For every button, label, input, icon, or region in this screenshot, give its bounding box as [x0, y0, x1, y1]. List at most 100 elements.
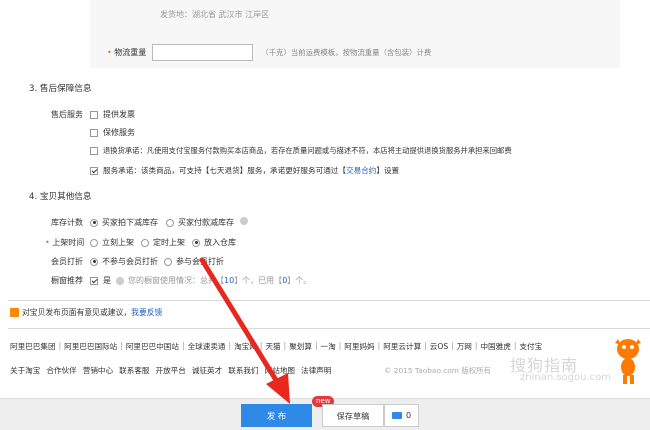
window-usage-suffix: 】个。 — [287, 276, 312, 285]
link-separator: | — [283, 341, 287, 350]
link-separator: | — [182, 341, 185, 350]
footer-link[interactable]: 阿里巴巴国际站 — [64, 341, 117, 352]
listing-option-scheduled[interactable]: 定时上架 — [141, 237, 185, 248]
inventory-option-label: 买家拍下减库存 — [102, 218, 158, 227]
footer-link[interactable]: 云OS — [430, 341, 448, 352]
mascot-icon — [615, 339, 641, 384]
footer-link[interactable]: 全球速卖通 — [188, 341, 226, 352]
footer-link[interactable]: 合作伙伴 — [46, 365, 76, 376]
inventory-option-2[interactable]: 买家付款减库存 — [166, 217, 234, 228]
footer-link[interactable]: 一淘 — [321, 341, 336, 352]
feedback-row: 对宝贝发布页面有意见或建议， 我要反馈 — [10, 307, 162, 318]
warranty-label: 保修服务 — [103, 128, 135, 137]
radio-icon[interactable] — [166, 218, 174, 227]
inventory-option-1[interactable]: 买家拍下减库存 — [90, 217, 158, 228]
listing-option-label: 放入仓库 — [204, 238, 236, 247]
info-icon — [116, 276, 124, 285]
window-checkbox[interactable] — [90, 276, 98, 285]
help-icon[interactable] — [240, 217, 248, 225]
window-usage: 您的橱窗使用情况：总共【 10 】个，已用【 0 】个。 — [116, 275, 311, 286]
footer-link[interactable]: 营销中心 — [83, 365, 113, 376]
save-draft-button[interactable]: 保存草稿 — [322, 404, 384, 427]
window-usage-mid: 】个，已用【 — [234, 276, 283, 285]
link-separator: | — [228, 341, 232, 350]
link-separator: | — [338, 341, 342, 350]
origin-text: 发货地：湖北省 武汉市 江岸区 — [160, 10, 270, 19]
footer-links-about: 关于淘宝 合作伙伴 营销中心 联系客服 开放平台 诚征英才 联系我们 网站地图 法律声明 — [10, 365, 337, 376]
return-option[interactable]: 退换货承诺：凡使用支付宝服务付款购买本店商品，若存在质量问题或与描述不符，本店将… — [90, 146, 512, 156]
warranty-checkbox[interactable] — [90, 128, 98, 137]
radio-icon[interactable] — [90, 257, 98, 266]
link-separator: | — [513, 341, 517, 350]
divider — [8, 328, 650, 329]
weight-hint: （千克）当前运费模板，按物流重量（含包装）计费 — [261, 47, 432, 57]
footer-link[interactable]: 阿里云计算 — [383, 341, 421, 352]
footer-link[interactable]: 诚征英才 — [192, 365, 222, 376]
listing-option-label: 定时上架 — [153, 238, 185, 247]
footer-link[interactable]: 联系我们 — [228, 365, 258, 376]
listing-option-now[interactable]: 立刻上架 — [90, 237, 134, 248]
window-yes-label: 是 — [103, 276, 111, 285]
warranty-option[interactable]: 保修服务 — [90, 127, 135, 138]
footer-link[interactable]: 中国雅虎 — [480, 341, 510, 352]
watermark-url: zhinan.sogou.com — [520, 372, 612, 383]
invoice-label: 提供发票 — [103, 110, 135, 119]
member-label: 会员打折 — [51, 257, 83, 266]
listing-option-label: 立刻上架 — [102, 238, 134, 247]
radio-icon[interactable] — [90, 238, 98, 247]
radio-icon[interactable] — [141, 238, 149, 247]
commitment-checkbox[interactable] — [90, 166, 98, 175]
invoice-option[interactable]: 提供发票 — [90, 109, 135, 120]
inventory-option-label: 买家付款减库存 — [178, 218, 234, 227]
radio-icon[interactable] — [164, 257, 172, 266]
member-option-label: 参与会员打折 — [176, 257, 224, 266]
window-label: 橱窗推荐 — [51, 276, 83, 285]
service-label: 售后服务 — [51, 110, 83, 119]
member-option-yes[interactable]: 参与会员打折 — [164, 256, 224, 267]
radio-icon[interactable] — [192, 238, 200, 247]
footer-link[interactable]: 万网 — [457, 341, 472, 352]
invoice-checkbox[interactable] — [90, 110, 98, 119]
contract-link[interactable]: 交易合约 — [346, 165, 376, 176]
footer-link[interactable]: 聚划算 — [289, 341, 312, 352]
publish-button[interactable]: 发 布 — [241, 404, 312, 427]
feedback-icon — [10, 308, 19, 317]
listing-label-text: 上架时间 — [52, 238, 85, 247]
weight-row: • 物流重量 （千克）当前运费模板，按物流重量（含包装）计费 — [107, 43, 431, 61]
inventory-help[interactable] — [240, 217, 252, 225]
section-title-other: 4. 宝贝其他信息 — [29, 192, 92, 202]
message-count: 0 — [405, 411, 412, 420]
weight-input[interactable] — [152, 43, 254, 61]
footer-link[interactable]: 网站地图 — [265, 365, 295, 376]
footer-link[interactable]: 阿里妈妈 — [344, 341, 374, 352]
footer-link[interactable]: 开放平台 — [156, 365, 186, 376]
footer-link[interactable]: 关于淘宝 — [10, 365, 40, 376]
footer-link[interactable]: 法律声明 — [301, 365, 331, 376]
member-option-no[interactable]: 不参与会员打折 — [90, 256, 158, 267]
commitment-option: 服务承诺：该类商品，可支持【七天退货】服务，承诺更好服务可通过【 交易合约 】设… — [90, 165, 399, 176]
radio-icon[interactable] — [90, 218, 98, 227]
feedback-link[interactable]: 我要反馈 — [131, 307, 162, 318]
footer-link[interactable]: 联系客服 — [119, 365, 149, 376]
footer-link[interactable]: 阿里巴巴集团 — [10, 341, 56, 352]
member-option-label: 不参与会员打折 — [102, 257, 158, 266]
listing-label: • 上架时间 — [45, 237, 84, 248]
mail-icon — [391, 412, 402, 419]
footer-link[interactable]: 支付宝 — [519, 341, 542, 352]
footer-link[interactable]: 淘宝网 — [234, 341, 257, 352]
message-count-button[interactable]: 0 — [384, 404, 419, 427]
link-separator: | — [314, 341, 318, 350]
inventory-label: 库存计数 — [51, 218, 83, 227]
footer-link[interactable]: 阿里巴巴中国站 — [126, 341, 179, 352]
link-separator: | — [259, 341, 263, 350]
footer-link[interactable]: 天猫 — [265, 341, 280, 352]
window-option-yes[interactable]: 是 — [90, 275, 111, 286]
link-separator: | — [120, 341, 123, 350]
link-separator: | — [451, 341, 454, 350]
link-separator: | — [474, 341, 478, 350]
copyright: © 2015 Taobao.com 版权所有 — [384, 366, 491, 375]
listing-option-warehouse[interactable]: 放入仓库 — [192, 237, 236, 248]
return-checkbox[interactable] — [90, 147, 98, 155]
footer-links-group: 阿里巴巴集团 | 阿里巴巴国际站 | 阿里巴巴中国站 | 全球速卖通 | 淘宝网 | 天猫 | 聚划算 |… — [10, 341, 542, 352]
section-title-after-sale: 3. 售后保障信息 — [29, 84, 92, 94]
